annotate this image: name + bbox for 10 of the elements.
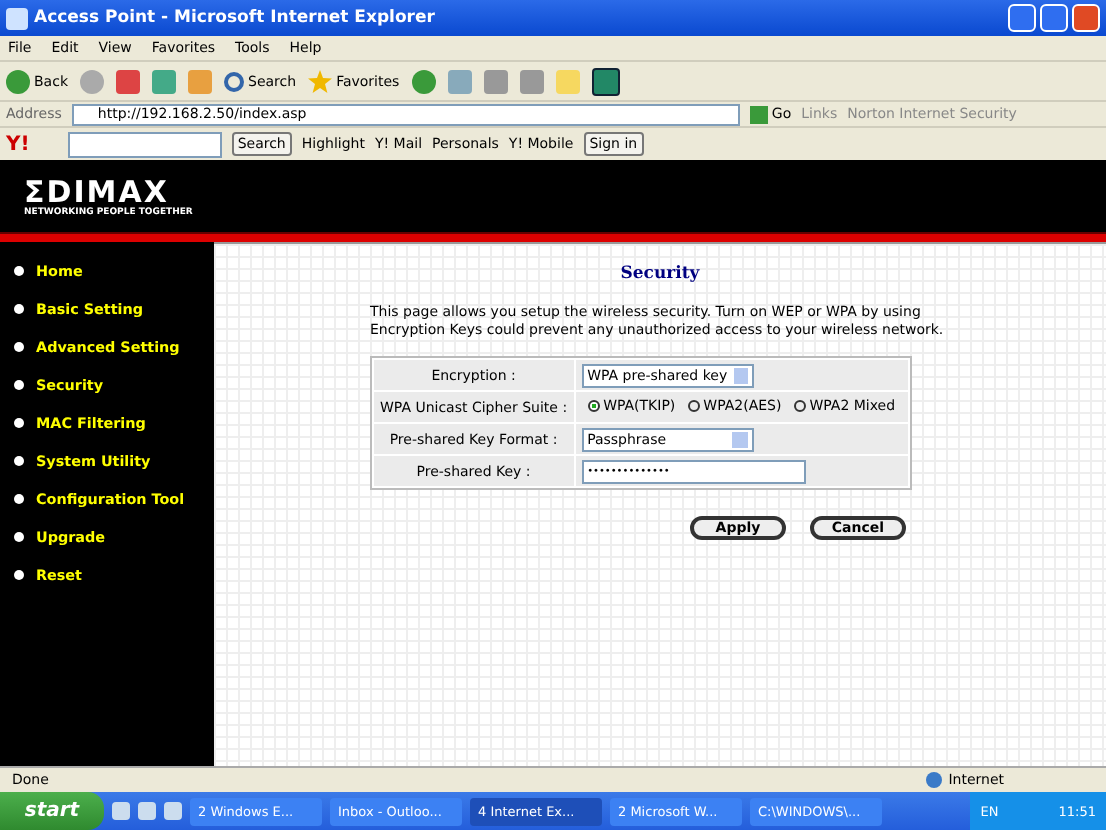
page-title: Security	[618, 264, 702, 284]
search-field[interactable]	[67, 131, 222, 157]
yahoo-logo[interactable]: Y!	[6, 133, 30, 155]
window-title: Access Point - Microsoft Internet Explorer	[34, 8, 437, 28]
close-button[interactable]	[1072, 4, 1100, 32]
minimize-button[interactable]	[1008, 4, 1036, 32]
brand-logo: ΣDIMAX	[24, 175, 169, 207]
maximize-button[interactable]	[1040, 4, 1068, 32]
globe-icon	[926, 772, 943, 788]
star-icon	[308, 69, 333, 93]
